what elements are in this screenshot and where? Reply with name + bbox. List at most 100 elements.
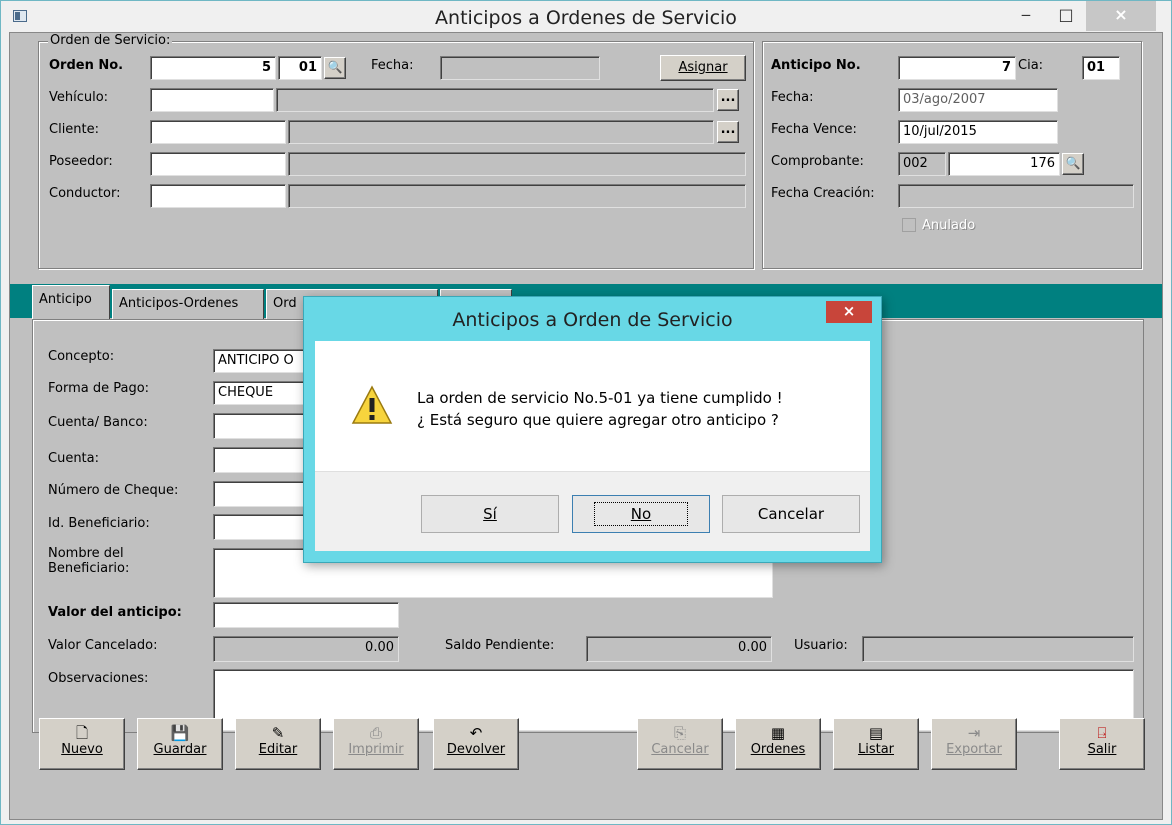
orden-cia-field[interactable]: 01 bbox=[278, 56, 322, 80]
anticipo-fecha-label: Fecha: bbox=[771, 90, 814, 105]
vehiculo-code-field[interactable] bbox=[150, 88, 274, 112]
saldo-pendiente-field[interactable]: 0.00 bbox=[586, 636, 772, 662]
anticipo-no-field[interactable]: 7 bbox=[898, 56, 1016, 80]
devolver-button[interactable]: ↶ Devolver bbox=[433, 718, 519, 770]
conductor-code-field[interactable] bbox=[150, 184, 286, 208]
comprobante-lookup-button[interactable]: 🔍 bbox=[1062, 153, 1084, 175]
anulado-checkbox[interactable] bbox=[902, 218, 916, 232]
fecha-creacion-label: Fecha Creación: bbox=[771, 186, 875, 201]
cliente-browse-button[interactable]: ... bbox=[717, 121, 739, 143]
tab-anticipo[interactable]: Anticipo bbox=[32, 285, 110, 319]
calendar-icon: ▤ bbox=[868, 724, 884, 742]
vehiculo-browse-button[interactable]: ... bbox=[717, 89, 739, 111]
salir-label: Salir bbox=[1087, 742, 1117, 757]
dialog-close-button[interactable]: × bbox=[826, 301, 872, 323]
orden-no-field[interactable]: 5 bbox=[150, 56, 276, 80]
editar-button[interactable]: ✎ Editar bbox=[235, 718, 321, 770]
tab-ordenes-label: Ord bbox=[273, 296, 297, 311]
cancelar-toolbar-label: Cancelar bbox=[651, 742, 709, 757]
anticipo-fecha-field[interactable]: 03/ago/2007 bbox=[898, 88, 1058, 112]
fecha-vence-label: Fecha Vence: bbox=[771, 122, 857, 137]
orden-no-label: Orden No. bbox=[49, 58, 124, 73]
orden-fecha-label: Fecha: bbox=[371, 58, 414, 73]
cliente-desc-field[interactable] bbox=[288, 120, 714, 144]
warning-icon bbox=[351, 385, 393, 424]
listar-label: Listar bbox=[857, 742, 895, 757]
exportar-button[interactable]: ⇥ Exportar bbox=[931, 718, 1017, 770]
maximize-button[interactable]: □ bbox=[1046, 1, 1086, 31]
cancel-button[interactable]: Cancelar bbox=[722, 495, 860, 533]
poseedor-code-field[interactable] bbox=[150, 152, 286, 176]
dialog-body: La orden de servicio No.5-01 ya tiene cu… bbox=[315, 341, 870, 471]
cuenta-banco-label: Cuenta/ Banco: bbox=[48, 415, 148, 430]
asignar-button[interactable]: Asignar bbox=[660, 55, 746, 81]
usuario-field[interactable] bbox=[862, 636, 1134, 662]
nuevo-button[interactable]: 🗋 Nuevo bbox=[39, 718, 125, 770]
listar-button[interactable]: ▤ Listar bbox=[833, 718, 919, 770]
nombre-beneficiario-label: Nombre del Beneficiario: bbox=[48, 546, 129, 576]
anticipo-cia-field[interactable]: 01 bbox=[1082, 56, 1120, 80]
minimize-button[interactable]: ‒ bbox=[1006, 1, 1046, 31]
ordenes-label: Ordenes bbox=[750, 742, 806, 757]
magnifier-icon: 🔍 bbox=[1065, 156, 1081, 170]
valor-anticipo-label: Valor del anticipo: bbox=[48, 605, 182, 620]
guardar-label: Guardar bbox=[153, 742, 207, 757]
fecha-creacion-field[interactable] bbox=[898, 184, 1134, 208]
yes-label: Sí bbox=[483, 505, 497, 523]
magnifier-icon: 🔍 bbox=[327, 60, 343, 74]
vehiculo-desc-field[interactable] bbox=[276, 88, 714, 112]
ordenes-button[interactable]: ▦ Ordenes bbox=[735, 718, 821, 770]
anticipo-cia-label: Cia: bbox=[1018, 58, 1044, 73]
tab-anticipos-ordenes-label: Anticipos-Ordenes bbox=[119, 296, 239, 311]
exit-door-icon: ⍈ bbox=[1097, 724, 1107, 742]
anulado-label: Anulado bbox=[922, 218, 976, 233]
grid-icon: ▦ bbox=[770, 724, 786, 742]
dialog-message-line2: ¿ Está seguro que quiere agregar otro an… bbox=[417, 411, 779, 429]
save-icon: 💾 bbox=[170, 724, 190, 742]
forma-pago-label: Forma de Pago: bbox=[48, 381, 150, 396]
dialog-title: Anticipos a Orden de Servicio bbox=[452, 309, 733, 331]
confirm-dialog: Anticipos a Orden de Servicio × La orden… bbox=[303, 296, 882, 563]
conductor-desc-field[interactable] bbox=[288, 184, 746, 208]
valor-cancelado-field[interactable]: 0.00 bbox=[213, 636, 399, 662]
nuevo-label: Nuevo bbox=[61, 742, 103, 757]
print-icon: ⎙ bbox=[369, 724, 382, 742]
yes-button[interactable]: Sí bbox=[421, 495, 559, 533]
export-icon: ⇥ bbox=[967, 724, 981, 742]
cancelar-toolbar-button[interactable]: ⎘ Cancelar bbox=[637, 718, 723, 770]
poseedor-desc-field[interactable] bbox=[288, 152, 746, 176]
salir-button[interactable]: ⍈ Salir bbox=[1059, 718, 1145, 770]
page-icon: 🗋 bbox=[75, 724, 89, 742]
close-window-button[interactable]: × bbox=[1086, 1, 1156, 31]
imprimir-button[interactable]: ⎙ Imprimir bbox=[333, 718, 419, 770]
conductor-label: Conductor: bbox=[49, 186, 121, 201]
comprobante-tipo-field[interactable]: 002 bbox=[898, 152, 946, 176]
comprobante-no-field[interactable]: 176 bbox=[948, 152, 1060, 176]
concepto-label: Concepto: bbox=[48, 349, 115, 364]
fecha-vence-field[interactable]: 10/jul/2015 bbox=[898, 120, 1058, 144]
cliente-code-field[interactable] bbox=[150, 120, 286, 144]
undo-icon: ↶ bbox=[469, 724, 483, 742]
orden-fecha-field[interactable] bbox=[440, 56, 600, 80]
vehiculo-label: Vehículo: bbox=[49, 90, 109, 105]
imprimir-label: Imprimir bbox=[348, 742, 404, 757]
dialog-message-line1: La orden de servicio No.5-01 ya tiene cu… bbox=[417, 389, 783, 407]
saldo-pendiente-label: Saldo Pendiente: bbox=[445, 638, 555, 653]
cliente-label: Cliente: bbox=[49, 122, 100, 137]
devolver-label: Devolver bbox=[446, 742, 506, 757]
id-beneficiario-label: Id. Beneficiario: bbox=[48, 516, 150, 531]
orden-group-label: Orden de Servicio: bbox=[48, 33, 173, 48]
title-bar: Anticipos a Ordenes de Servicio ‒ □ × bbox=[1, 1, 1171, 32]
observaciones-label: Observaciones: bbox=[48, 671, 149, 686]
guardar-button[interactable]: 💾 Guardar bbox=[137, 718, 223, 770]
no-button[interactable]: No bbox=[572, 495, 710, 533]
editar-label: Editar bbox=[258, 742, 298, 757]
valor-anticipo-field[interactable] bbox=[213, 602, 399, 628]
no-label: No bbox=[593, 502, 689, 526]
orden-lookup-button[interactable]: 🔍 bbox=[324, 57, 346, 79]
window-title: Anticipos a Ordenes de Servicio bbox=[435, 7, 737, 29]
dialog-footer: Sí No Cancelar bbox=[315, 471, 870, 551]
cuenta-label: Cuenta: bbox=[48, 451, 99, 466]
anticipo-no-label: Anticipo No. bbox=[771, 58, 861, 73]
tab-anticipos-ordenes[interactable]: Anticipos-Ordenes bbox=[112, 289, 264, 319]
